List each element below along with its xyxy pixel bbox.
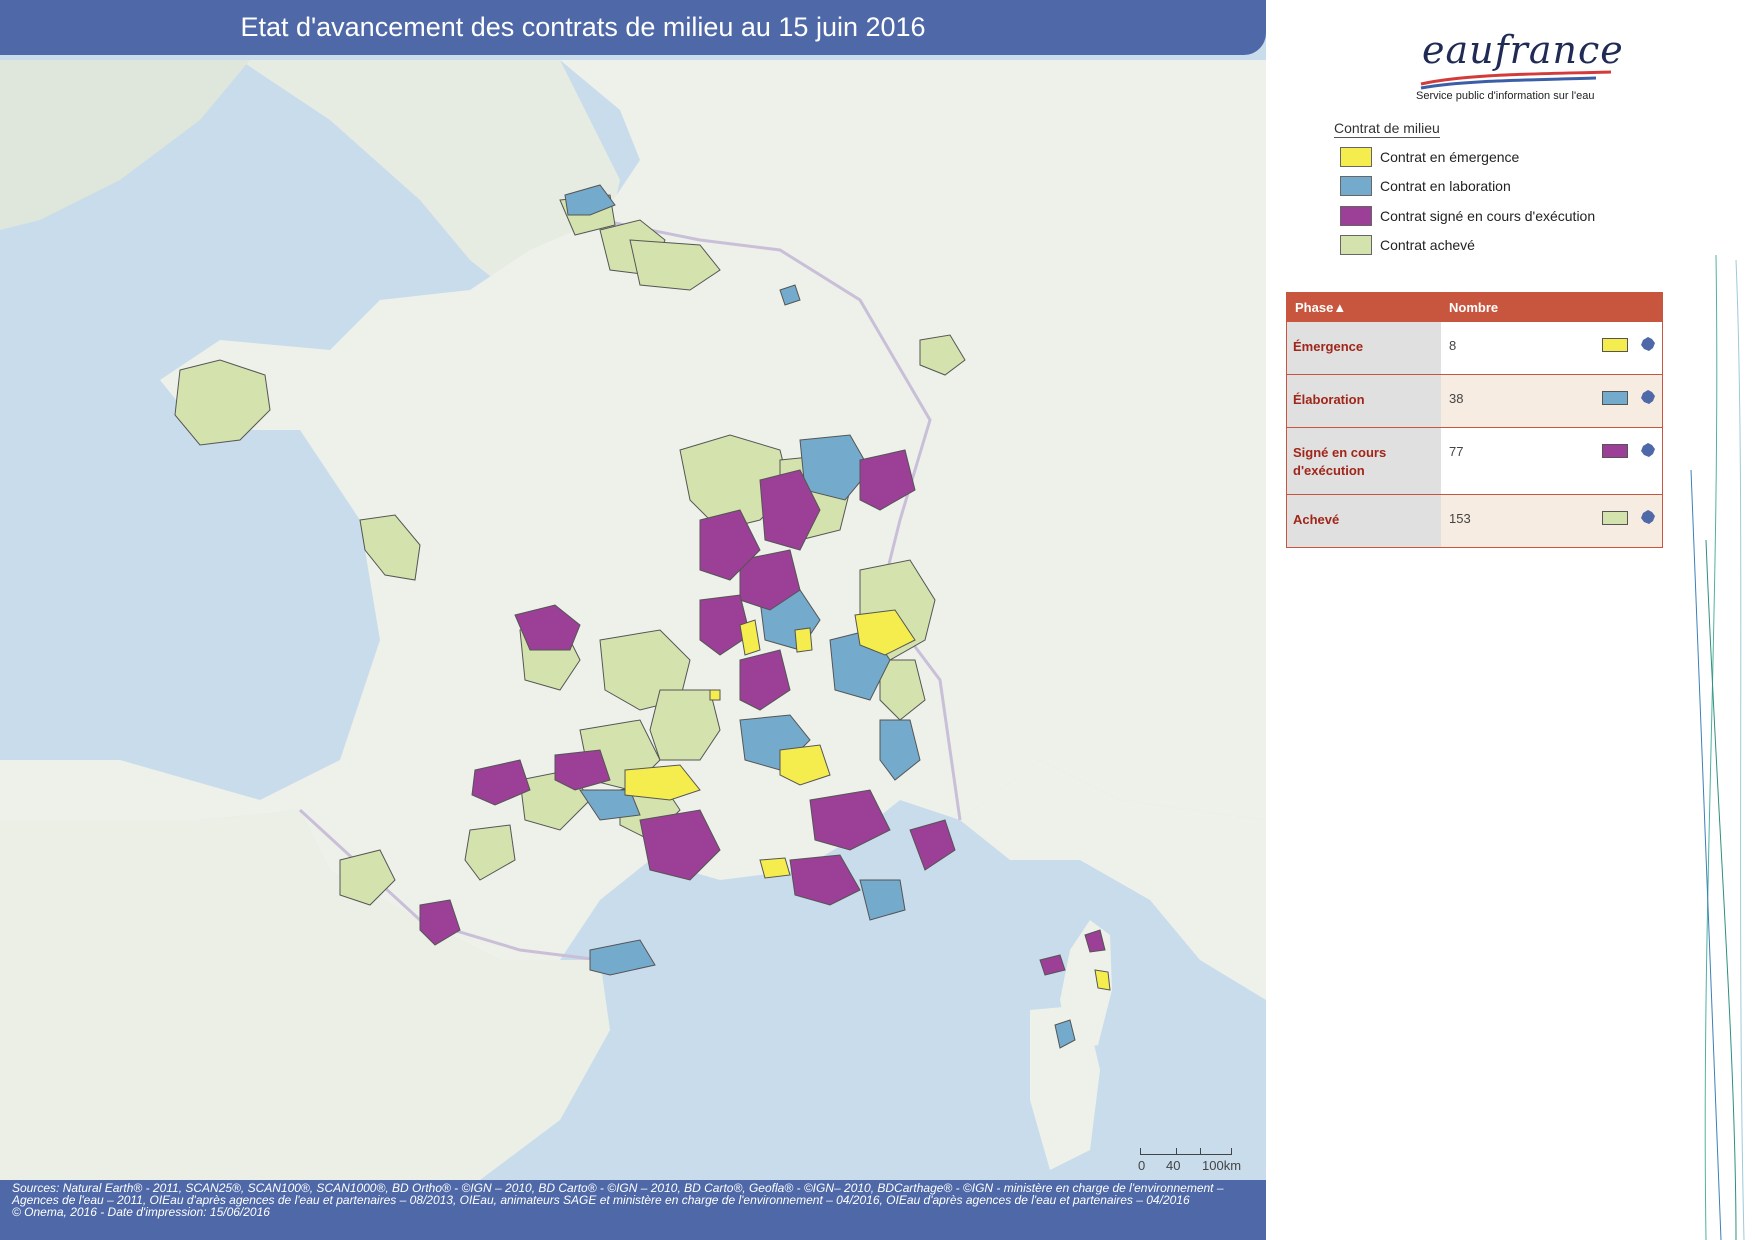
scale-label: 100km — [1202, 1158, 1242, 1173]
scale-tick — [1200, 1148, 1201, 1154]
legend-label: Contrat en émergence — [1380, 149, 1520, 165]
phase-count-table: Phase▲ Nombre Émergence 8 Élaboration 38… — [1286, 292, 1663, 548]
legend-swatch — [1340, 176, 1372, 196]
legend-item-acheve: Contrat achevé — [1340, 234, 1475, 256]
logo-tagline: Service public d'information sur l'eau — [1416, 90, 1595, 102]
logo-swoosh-icon — [1420, 70, 1612, 90]
table-row[interactable]: Signé en cours d'exécution 77 — [1287, 427, 1662, 494]
scale-tick — [1176, 1148, 1177, 1154]
legend-swatch — [1340, 235, 1372, 255]
scale-label: 0 — [1138, 1158, 1146, 1173]
count-cell: 153 — [1441, 495, 1662, 547]
france-map-icon[interactable] — [1640, 389, 1656, 405]
region-emergence[interactable] — [794, 627, 813, 653]
legend-title: Contrat de milieu — [1334, 120, 1440, 138]
row-swatch — [1602, 511, 1628, 525]
legend-label: Contrat achevé — [1380, 237, 1475, 253]
scale-label: 40 — [1166, 1158, 1181, 1173]
sources-footer: Sources: Natural Earth® - 2011, SCAN25®,… — [0, 1180, 1266, 1240]
region-emergence[interactable] — [709, 689, 721, 701]
count-cell: 77 — [1441, 428, 1662, 494]
count-value: 153 — [1449, 511, 1471, 526]
column-header-count[interactable]: Nombre — [1441, 300, 1498, 315]
legend-swatch — [1340, 147, 1372, 167]
count-value: 77 — [1449, 444, 1464, 459]
region-emergence[interactable] — [759, 857, 791, 879]
table-header: Phase▲ Nombre — [1287, 293, 1662, 321]
column-header-phase[interactable]: Phase▲ — [1287, 300, 1441, 315]
basemap — [0, 0, 1266, 1240]
row-swatch — [1602, 444, 1628, 458]
sort-asc-icon: ▲ — [1333, 299, 1347, 315]
legend-label: Contrat en laboration — [1380, 178, 1511, 194]
print-date-text: © Onema, 2016 - Date d'impression: 15/06… — [12, 1205, 270, 1219]
sources-text: Sources: Natural Earth® - 2011, SCAN25®,… — [12, 1181, 1224, 1207]
row-swatch — [1602, 391, 1628, 405]
phase-cell: Signé en cours d'exécution — [1287, 428, 1441, 494]
table-row[interactable]: Élaboration 38 — [1287, 374, 1662, 427]
france-map-icon[interactable] — [1640, 442, 1656, 458]
side-panel: eaufrance Service public d'information s… — [1266, 0, 1755, 1240]
phase-cell: Achevé — [1287, 495, 1441, 547]
map-title: Etat d'avancement des contrats de milieu… — [240, 12, 926, 42]
legend-item-emergence: Contrat en émergence — [1340, 146, 1519, 168]
legend-label: Contrat signé en cours d'exécution — [1380, 208, 1596, 224]
eaufrance-logo[interactable]: eaufrance Service public d'information s… — [1416, 22, 1623, 107]
map-view[interactable]: Etat d'avancement des contrats de milieu… — [0, 0, 1266, 1240]
legend-swatch — [1340, 206, 1372, 226]
count-value: 38 — [1449, 391, 1464, 406]
title-banner: Etat d'avancement des contrats de milieu… — [0, 0, 1266, 55]
legend-item-elaboration: Contrat en laboration — [1340, 175, 1511, 197]
phase-cell: Élaboration — [1287, 375, 1441, 427]
phase-cell: Émergence — [1287, 322, 1441, 374]
table-row[interactable]: Achevé 153 — [1287, 494, 1662, 547]
count-cell: 8 — [1441, 322, 1662, 374]
legend-item-signe: Contrat signé en cours d'exécution — [1340, 205, 1595, 227]
france-map-icon[interactable] — [1640, 509, 1656, 525]
count-value: 8 — [1449, 338, 1457, 353]
scale-bar-line — [1140, 1148, 1232, 1155]
row-swatch — [1602, 338, 1628, 352]
france-map-icon[interactable] — [1640, 336, 1656, 352]
count-cell: 38 — [1441, 375, 1662, 427]
table-row[interactable]: Émergence 8 — [1287, 321, 1662, 374]
